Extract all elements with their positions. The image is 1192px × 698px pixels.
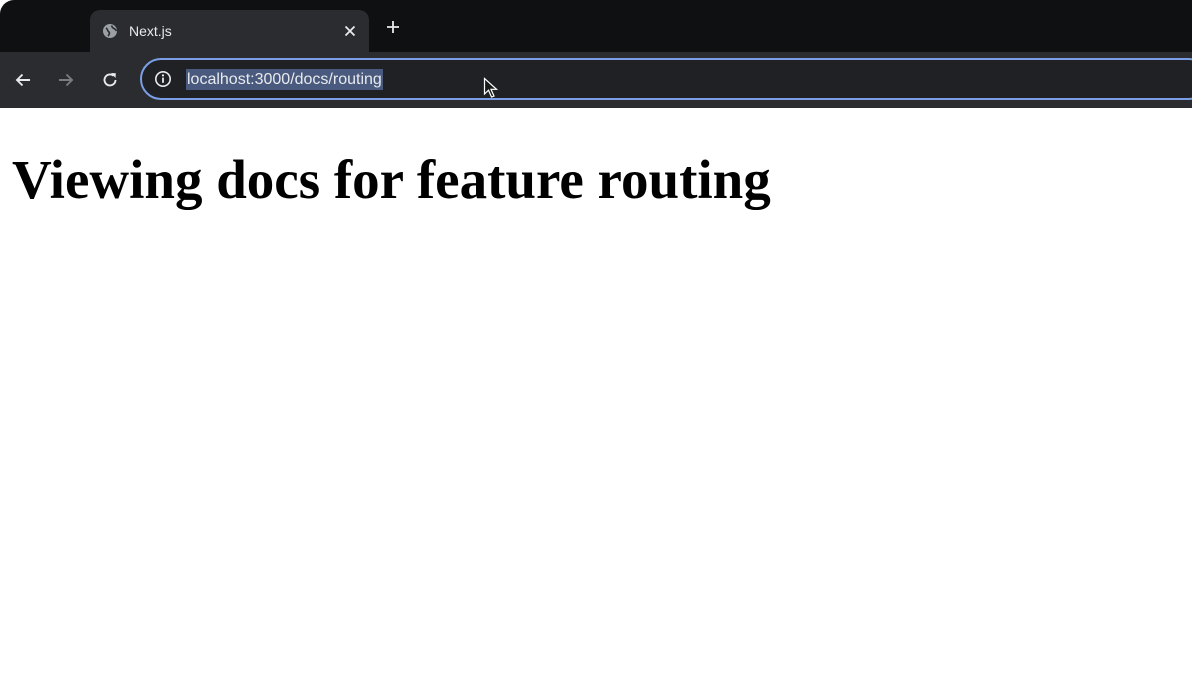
close-icon[interactable] bbox=[340, 21, 360, 41]
arrow-left-icon bbox=[15, 73, 30, 87]
browser-toolbar: localhost:3000/docs/routing bbox=[0, 52, 1192, 108]
forward-button[interactable] bbox=[54, 68, 78, 92]
tab-strip: Next.js bbox=[0, 0, 1192, 52]
back-button[interactable] bbox=[11, 68, 35, 92]
tab-title: Next.js bbox=[129, 23, 172, 39]
new-tab-button[interactable] bbox=[382, 16, 404, 38]
reload-button[interactable] bbox=[98, 68, 122, 92]
tab-nextjs[interactable]: Next.js bbox=[90, 10, 369, 52]
arrow-right-icon bbox=[59, 73, 74, 87]
browser-window: Next.js localhost:3000/docs/routing View… bbox=[0, 0, 1192, 698]
page-content: Viewing docs for feature routing bbox=[0, 108, 1192, 698]
url-text[interactable]: localhost:3000/docs/routing bbox=[186, 68, 383, 90]
reload-icon bbox=[103, 73, 117, 87]
plus-icon bbox=[387, 21, 399, 33]
globe-icon bbox=[102, 23, 118, 39]
address-bar[interactable]: localhost:3000/docs/routing bbox=[140, 58, 1192, 100]
info-icon[interactable] bbox=[154, 70, 172, 88]
page-heading: Viewing docs for feature routing bbox=[12, 149, 771, 210]
